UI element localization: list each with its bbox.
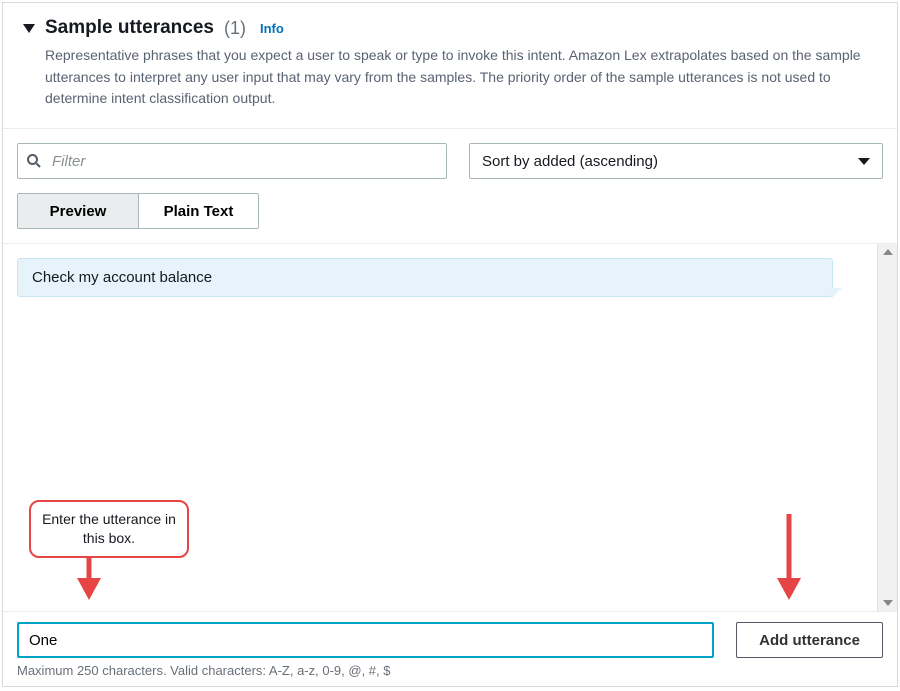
controls-bar: Sort by added (ascending) Preview Plain …	[3, 129, 897, 244]
utterance-input[interactable]	[17, 622, 714, 658]
tab-plain-text[interactable]: Plain Text	[138, 194, 258, 228]
utterance-workspace: Check my account balance Enter the utter…	[3, 244, 897, 611]
utterance-count: (1)	[224, 18, 246, 39]
info-link[interactable]: Info	[260, 21, 284, 36]
sort-select-label: Sort by added (ascending)	[482, 153, 658, 170]
sort-select[interactable]: Sort by added (ascending)	[469, 143, 883, 179]
input-hint: Maximum 250 characters. Valid characters…	[17, 663, 883, 678]
annotation-arrow-left	[59, 552, 119, 605]
tab-preview[interactable]: Preview	[18, 194, 138, 228]
section-description: Representative phrases that you expect a…	[23, 45, 877, 110]
annotation-arrow-right	[759, 514, 819, 605]
sample-utterances-panel: Sample utterances (1) Info Representativ…	[2, 2, 898, 687]
scroll-down-icon[interactable]	[883, 600, 893, 606]
utterance-list: Check my account balance Enter the utter…	[3, 244, 877, 611]
scrollbar[interactable]	[877, 244, 897, 611]
search-icon	[26, 153, 42, 169]
footer-bar: Add utterance Maximum 250 characters. Va…	[3, 611, 897, 686]
utterance-text: Check my account balance	[32, 269, 212, 286]
utterance-bubble[interactable]: Check my account balance	[17, 258, 833, 297]
section-title: Sample utterances	[45, 17, 214, 39]
panel-header: Sample utterances (1) Info Representativ…	[3, 3, 897, 129]
chevron-down-icon	[858, 158, 870, 165]
collapse-toggle-icon[interactable]	[23, 24, 35, 33]
filter-input[interactable]	[17, 143, 447, 179]
annotation-callout: Enter the utterance in this box.	[29, 500, 189, 558]
scroll-up-icon[interactable]	[883, 249, 893, 255]
add-utterance-button[interactable]: Add utterance	[736, 622, 883, 658]
view-mode-toggle: Preview Plain Text	[17, 193, 259, 229]
